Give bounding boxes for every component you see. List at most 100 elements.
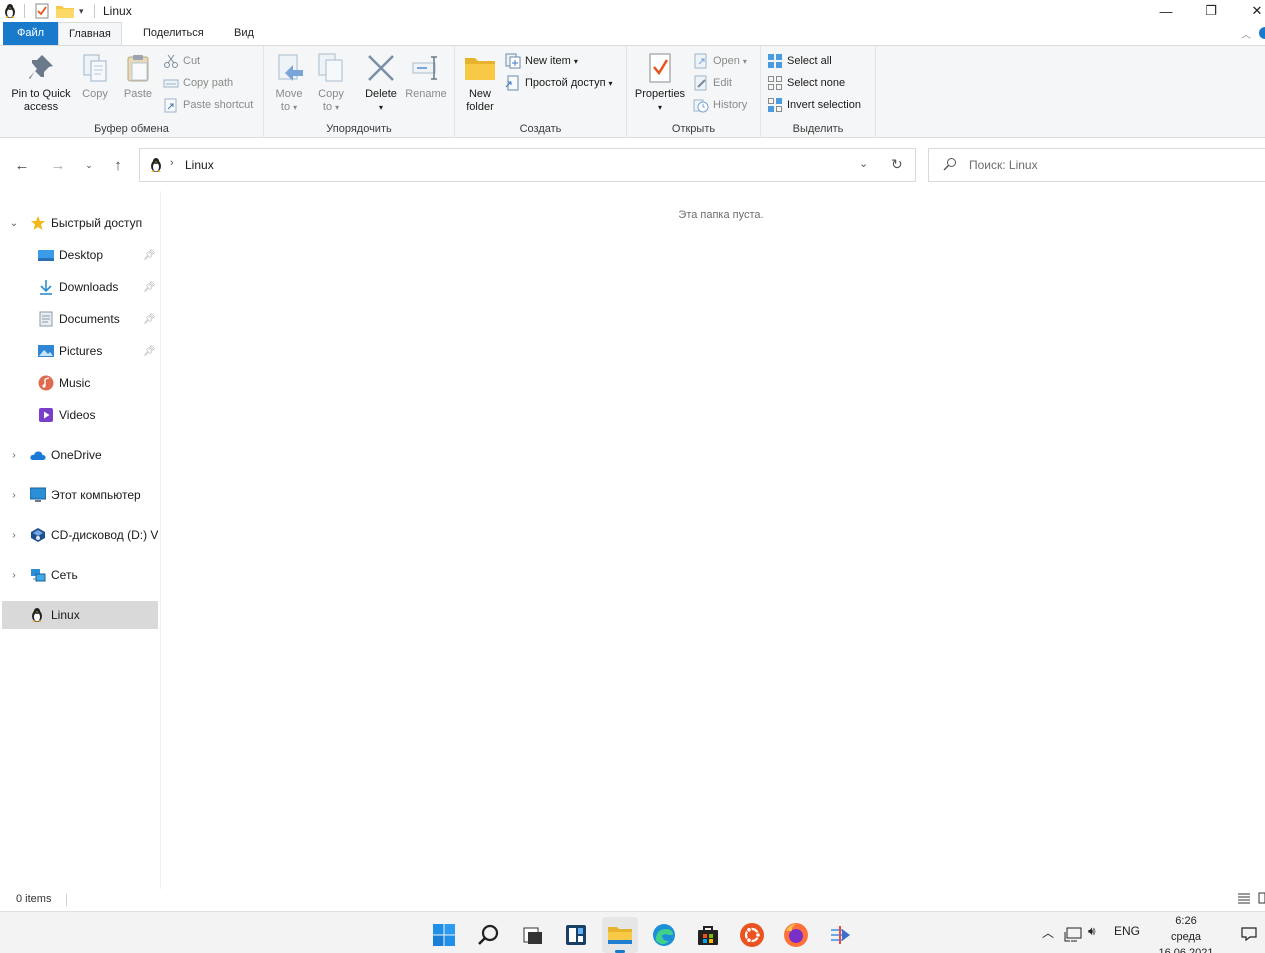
open-button[interactable]: Open ▾: [693, 51, 747, 71]
properties-button[interactable]: Properties ▾: [632, 52, 688, 114]
pinned-icon[interactable]: 📌︎: [143, 250, 156, 261]
copy-path-label: Copy path: [183, 77, 234, 89]
input-language[interactable]: ENG: [1114, 924, 1140, 938]
recent-locations-chevron-icon[interactable]: ⌄: [77, 154, 101, 176]
maximize-button[interactable]: ❐: [1188, 0, 1234, 22]
up-arrow-icon[interactable]: ↑: [106, 154, 130, 176]
ubuntu-icon[interactable]: [734, 917, 770, 953]
forward-arrow-icon[interactable]: →: [46, 154, 70, 176]
help-icon[interactable]: [1259, 27, 1265, 39]
edit-button[interactable]: Edit: [693, 73, 732, 93]
file-list-area[interactable]: Эта папка пуста.: [161, 191, 1265, 889]
pictures-icon: [38, 343, 54, 359]
file-explorer-taskbar-icon[interactable]: [602, 917, 638, 953]
sidebar-item-onedrive[interactable]: › OneDrive: [2, 441, 158, 469]
new-folder-quick-access-icon[interactable]: [56, 3, 74, 19]
customize-quick-access-chevron-icon[interactable]: ▾: [79, 3, 84, 19]
new-item-button[interactable]: New item ▾: [505, 51, 578, 71]
tab-file[interactable]: Файл: [3, 22, 58, 45]
start-windows-icon[interactable]: [426, 917, 462, 953]
copy-to-icon: [315, 52, 347, 84]
open-group-label: Открыть: [671, 123, 716, 135]
sidebar-item-music[interactable]: Music: [2, 369, 158, 397]
network-status-icon[interactable]: [1064, 927, 1082, 946]
edge-browser-icon[interactable]: [646, 917, 682, 953]
clipboard-group-label: Буфер обмена: [94, 123, 169, 135]
tab-share[interactable]: Поделиться: [133, 22, 214, 45]
details-view-icon[interactable]: [1237, 891, 1251, 908]
copy-path-button[interactable]: Copy path: [163, 73, 233, 93]
open-group: Properties ▾ Open ▾ Edit History Открыть: [627, 46, 761, 138]
sidebar-item-downloads[interactable]: Downloads 📌︎: [2, 273, 158, 301]
expanded-chevron-icon[interactable]: ⌄: [8, 218, 20, 229]
ribbon-collapse-chevron-icon[interactable]: ︿: [1241, 26, 1251, 41]
sidebar-item-quick-access[interactable]: ⌄ Быстрый доступ: [2, 209, 158, 237]
breadcrumb-separator-icon[interactable]: ›: [170, 157, 174, 169]
copy-button[interactable]: Copy: [78, 52, 112, 101]
notifications-icon[interactable]: [1241, 926, 1257, 945]
sidebar-item-network[interactable]: › Сеть: [2, 561, 158, 589]
pinned-icon[interactable]: 📌︎: [143, 346, 156, 357]
paste-shortcut-button[interactable]: Paste shortcut: [163, 95, 253, 115]
cut-button[interactable]: Cut: [163, 51, 200, 71]
sidebar-item-videos[interactable]: Videos: [2, 401, 158, 429]
select-all-button[interactable]: Select all: [767, 51, 832, 71]
move-to-button[interactable]: Move to ▾: [272, 52, 306, 114]
collapsed-chevron-icon[interactable]: ›: [8, 530, 20, 541]
sidebar-item-linux[interactable]: Linux: [2, 601, 158, 629]
store-bag-icon[interactable]: [690, 917, 726, 953]
desktop-icon: [38, 247, 54, 263]
address-dropdown-chevron-icon[interactable]: ⌄: [859, 157, 868, 170]
sidebar-item-pictures[interactable]: Pictures 📌︎: [2, 337, 158, 365]
clock[interactable]: 6:26 среда 16.06.2021: [1150, 913, 1222, 953]
show-hidden-icons-chevron-icon[interactable]: ︿: [1042, 924, 1054, 941]
close-button[interactable]: ✕: [1234, 0, 1265, 22]
collapsed-chevron-icon[interactable]: ›: [8, 570, 20, 581]
firefox-icon[interactable]: [778, 917, 814, 953]
ribbon: Pin to Quick access Copy Paste Cut Copy …: [0, 45, 1265, 138]
dev-tool-icon[interactable]: [822, 917, 858, 953]
paste-button[interactable]: Paste: [120, 52, 156, 101]
address-bar[interactable]: › Linux ⌄ ↻: [139, 148, 916, 182]
invert-selection-button[interactable]: Invert selection: [767, 95, 861, 115]
properties-quick-access-icon[interactable]: [35, 3, 49, 19]
item-count: 0 items: [16, 893, 52, 905]
clipboard-group: Pin to Quick access Copy Paste Cut Copy …: [0, 46, 264, 138]
sidebar-item-cd-drive[interactable]: › CD-дисковод (D:) Vi: [2, 521, 158, 549]
tab-home[interactable]: Главная: [58, 22, 122, 46]
easy-access-button[interactable]: Простой доступ ▾: [505, 73, 613, 93]
new-group-label: Создать: [519, 123, 562, 135]
select-none-button[interactable]: Select none: [767, 73, 845, 93]
paste-shortcut-label: Paste shortcut: [183, 99, 254, 111]
back-arrow-icon[interactable]: ←: [10, 154, 34, 176]
breadcrumb-linux[interactable]: Linux: [185, 158, 214, 172]
collapsed-chevron-icon[interactable]: ›: [8, 490, 20, 501]
volume-speaker-icon[interactable]: 🔊︎: [1088, 924, 1096, 939]
copy-to-label-line1: Copy: [318, 88, 344, 100]
pinned-icon[interactable]: 📌︎: [143, 282, 156, 293]
history-button[interactable]: History: [693, 95, 747, 115]
search-box[interactable]: Поиск: Linux: [928, 148, 1265, 182]
sidebar-item-desktop[interactable]: Desktop 📌︎: [2, 241, 158, 269]
sidebar-item-documents[interactable]: Documents 📌︎: [2, 305, 158, 333]
search-input[interactable]: Поиск: Linux: [969, 158, 1038, 172]
collapsed-chevron-icon[interactable]: ›: [8, 450, 20, 461]
documents-icon: [38, 311, 54, 327]
pinned-icon[interactable]: 📌︎: [143, 314, 156, 325]
sidebar-item-this-pc[interactable]: › Этот компьютер: [2, 481, 158, 509]
new-folder-button[interactable]: New folder: [461, 52, 499, 114]
taskbar-search-icon[interactable]: [470, 917, 506, 953]
refresh-icon[interactable]: ↻: [891, 156, 903, 173]
pin-to-quick-access-button[interactable]: Pin to Quick access: [8, 52, 74, 114]
invert-selection-label: Invert selection: [787, 99, 861, 111]
task-view-icon[interactable]: [514, 917, 550, 953]
rename-button[interactable]: Rename: [404, 52, 448, 101]
copy-to-button[interactable]: Copy to ▾: [314, 52, 348, 114]
minimize-button[interactable]: —: [1143, 0, 1189, 22]
this-pc-label: Этот компьютер: [51, 488, 141, 502]
copy-to-label-text: to: [322, 101, 333, 113]
tab-view[interactable]: Вид: [224, 22, 264, 45]
widgets-icon[interactable]: [558, 917, 594, 953]
delete-button[interactable]: Delete ▾: [363, 52, 399, 114]
large-icons-view-icon[interactable]: [1258, 891, 1265, 908]
